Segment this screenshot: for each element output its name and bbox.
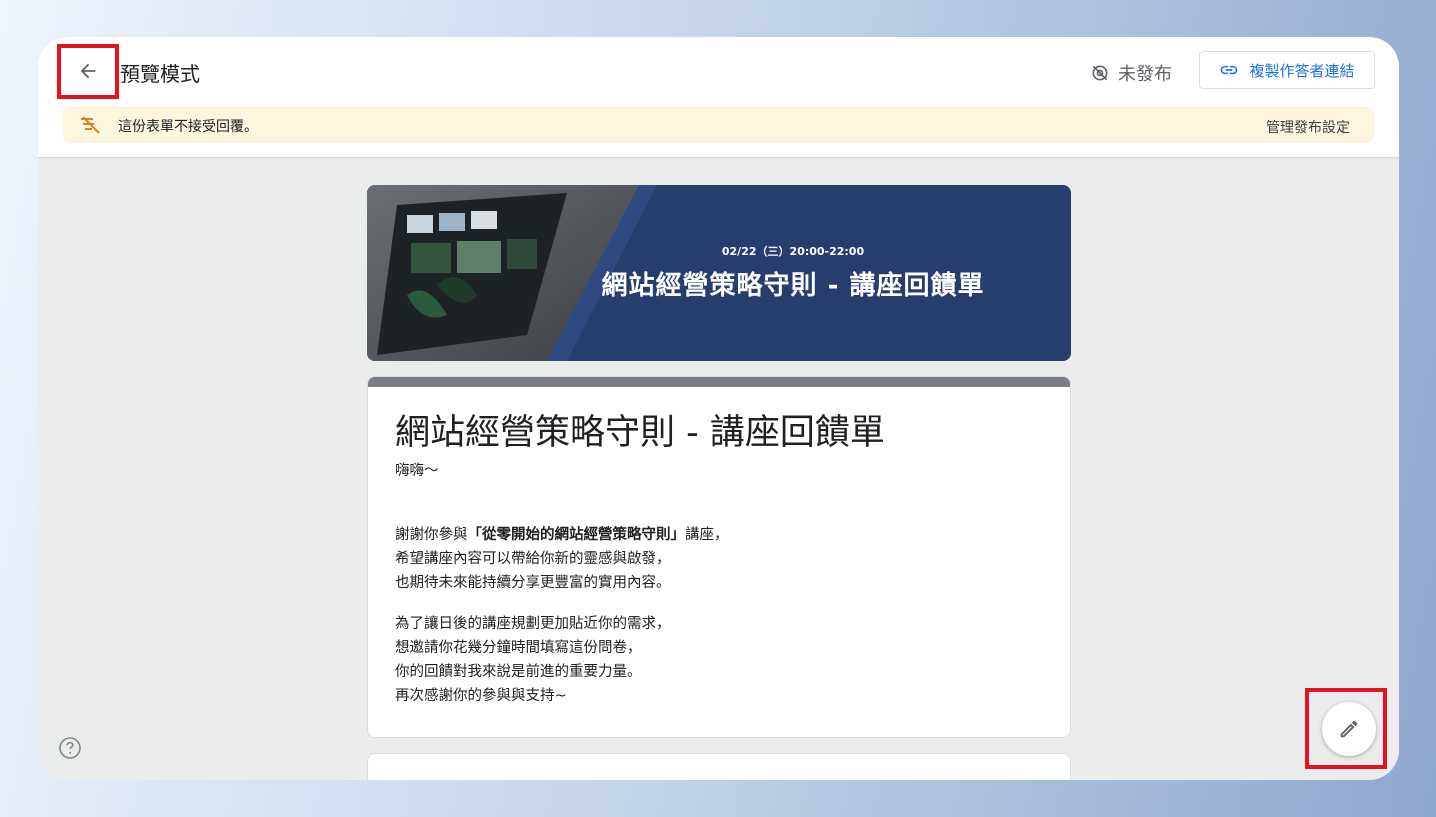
header-banner-image: 02/22（三）20:00-22:00 網站經營策略守則 - 講座回饋單 xyxy=(367,185,1071,361)
edit-form-button[interactable] xyxy=(1322,702,1376,756)
description-line: 也期待未來能持續分享更豐富的實用內容。 xyxy=(395,575,671,591)
text-segment: 講座， xyxy=(685,527,729,543)
app-window: 預覽模式 未發布 複製作答者連結 這份表單不接受回覆。 管理發布設定 02/22… xyxy=(38,37,1399,780)
card-accent-bar xyxy=(368,377,1070,387)
description-line: 你的回饋對我來說是前進的重要力量。 xyxy=(395,664,642,680)
manage-publish-settings-link[interactable]: 管理發布設定 xyxy=(1266,117,1350,137)
link-icon xyxy=(1221,65,1238,75)
page-title: 預覽模式 xyxy=(120,62,200,86)
form-title-card: 網站經營策略守則 - 講座回饋單 嗨嗨～ 謝謝你參與「從零開始的網站經營策略守則… xyxy=(367,376,1071,738)
back-button[interactable] xyxy=(60,47,116,95)
banner-title: 網站經營策略守則 - 講座回饋單 xyxy=(601,271,985,301)
form-description: 嗨嗨～ 謝謝你參與「從零開始的網站經營策略守則」講座， 希望講座內容可以帶給你新… xyxy=(395,459,729,708)
copy-responder-link-button[interactable]: 複製作答者連結 xyxy=(1199,51,1375,89)
pencil-icon xyxy=(1340,720,1358,738)
no-responses-icon xyxy=(81,116,100,134)
next-question-card xyxy=(367,753,1071,780)
notice-message: 這份表單不接受回覆。 xyxy=(118,119,258,135)
form-title: 網站經營策略守則 - 講座回饋單 xyxy=(395,413,885,453)
description-line: 希望講座內容可以帶給你新的靈感與啟發， xyxy=(395,551,671,567)
description-line: 再次感謝你的參與與支持~ xyxy=(395,688,567,704)
publish-status: 未發布 xyxy=(1090,60,1172,86)
visibility-off-icon xyxy=(1092,65,1108,81)
publish-status-label: 未發布 xyxy=(1118,64,1172,85)
description-line: 為了讓日後的講座規劃更加貼近你的需求， xyxy=(395,616,671,632)
not-accepting-responses-banner: 這份表單不接受回覆。 管理發布設定 xyxy=(63,107,1374,143)
help-icon[interactable] xyxy=(58,736,82,760)
copy-responder-link-label: 複製作答者連結 xyxy=(1249,61,1355,80)
bold-event-name: 「從零開始的網站經營策略守則」 xyxy=(467,527,686,543)
description-line: 謝謝你參與「從零開始的網站經營策略守則」講座， xyxy=(395,523,729,547)
arrow-back-icon xyxy=(80,63,96,79)
banner-date: 02/22（三）20:00-22:00 xyxy=(721,245,865,258)
text-segment: 謝謝你參與 xyxy=(395,527,468,543)
greeting: 嗨嗨～ xyxy=(395,463,439,479)
description-line: 想邀請你花幾分鐘時間填寫這份問卷， xyxy=(395,640,642,656)
form-preview-area: 02/22（三）20:00-22:00 網站經營策略守則 - 講座回饋單 網站經… xyxy=(38,157,1399,780)
top-bar: 預覽模式 未發布 複製作答者連結 這份表單不接受回覆。 管理發布設定 xyxy=(38,37,1399,157)
